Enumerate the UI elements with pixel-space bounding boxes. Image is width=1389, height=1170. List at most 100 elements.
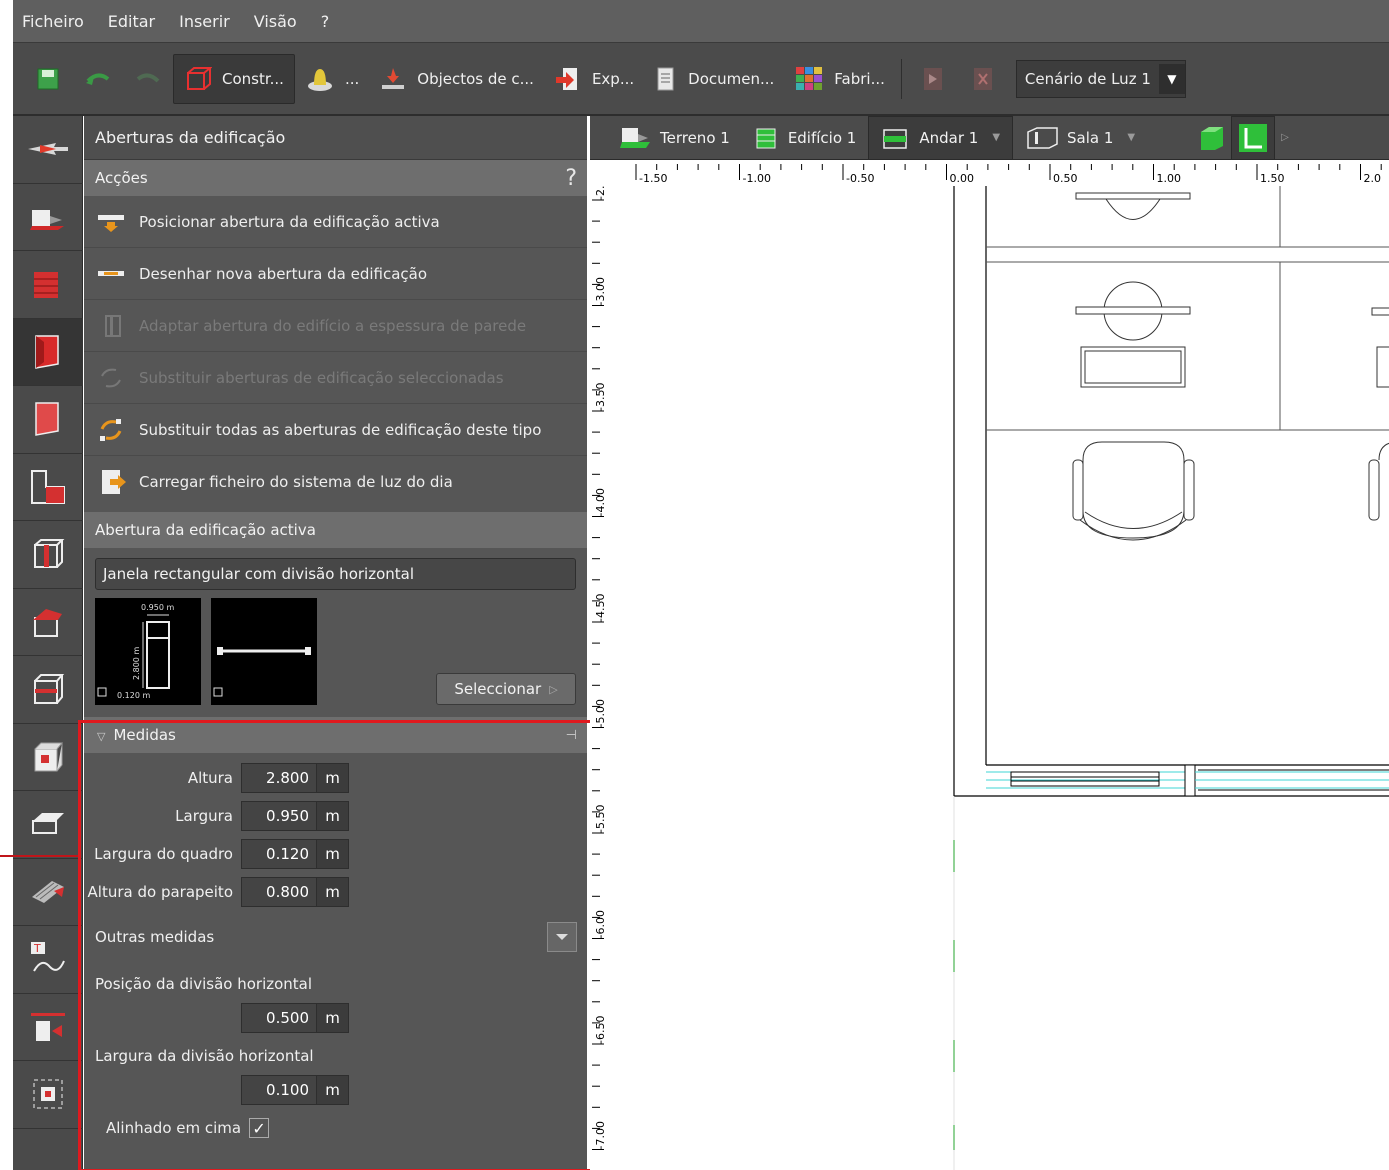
- documents-label: Documen...: [688, 69, 775, 88]
- roof-tool-icon[interactable]: [13, 589, 83, 656]
- measures-header[interactable]: ▽ Medidas ⊣: [84, 717, 587, 753]
- cube-tool-icon[interactable]: [13, 724, 83, 791]
- chevron-down-icon[interactable]: ▼: [1127, 132, 1135, 143]
- light-scene-value: Cenário de Luz 1: [1024, 69, 1151, 88]
- floor-plan-canvas[interactable]: -1.50 -1.00 -0.50 0.00 0.50 1.00 1.50 2.0 -2. -3…: [590, 160, 1389, 1170]
- arrow-tool-icon[interactable]: [13, 116, 83, 184]
- stop-icon[interactable]: [966, 62, 1000, 96]
- light-label: ...: [344, 69, 360, 88]
- action-position-opening[interactable]: Posicionar abertura da edificação activa: [84, 196, 587, 248]
- select-area-tool-icon[interactable]: [13, 1061, 83, 1129]
- column-tool-icon[interactable]: [13, 521, 83, 589]
- load-file-icon: [95, 470, 127, 494]
- export-label: Exp...: [591, 69, 635, 88]
- tab-floor-label: Andar 1: [919, 128, 979, 147]
- tab-terrain-label: Terreno 1: [660, 128, 730, 147]
- view-3d-button[interactable]: [1147, 116, 1231, 160]
- menu-edit[interactable]: Editar: [96, 12, 167, 31]
- light-scene-select[interactable]: Cenário de Luz 1 ▼: [1015, 59, 1186, 98]
- divider-position-input[interactable]: 0.500: [241, 1003, 317, 1033]
- undo-icon[interactable]: [81, 62, 115, 96]
- pin-icon[interactable]: ⊣: [566, 728, 577, 743]
- measure-tool-icon[interactable]: [13, 994, 83, 1061]
- tab-floor[interactable]: Andar 1 ▼: [868, 115, 1014, 160]
- chevron-down-icon: [556, 934, 568, 940]
- divider-width-input[interactable]: 0.100: [241, 1075, 317, 1105]
- ruler-top-label: 0.50: [1053, 172, 1078, 185]
- documents-button[interactable]: Documen...: [644, 54, 784, 104]
- divider-width-row: 0.100 m: [84, 1071, 587, 1109]
- active-opening-header: Abertura da edificação activa: [84, 512, 587, 548]
- ruler-top-label: -1.50: [639, 172, 667, 185]
- unit-label: m: [317, 801, 349, 831]
- divider-position-row: 0.500 m: [84, 999, 587, 1037]
- tool-rail: T: [13, 116, 83, 1170]
- manufacturers-button[interactable]: Fabri...: [784, 54, 895, 104]
- width-input[interactable]: 0.950: [241, 801, 317, 831]
- box-tool-icon[interactable]: [13, 656, 83, 724]
- chevron-right-icon: ▷: [549, 682, 558, 696]
- tab-room[interactable]: Sala 1 ▼: [1013, 116, 1147, 160]
- opening-front-preview[interactable]: 0.950 m 2.800 m 0.120 m: [95, 598, 201, 705]
- frame-width-input[interactable]: 0.120: [241, 839, 317, 869]
- chair-middle: [1072, 441, 1195, 541]
- door-tool-icon[interactable]: [13, 386, 83, 454]
- tab-room-label: Sala 1: [1067, 128, 1114, 147]
- save-icon[interactable]: [31, 62, 65, 96]
- view-plan-button[interactable]: [1231, 115, 1276, 160]
- select-button[interactable]: Seleccionar ▷: [436, 673, 576, 705]
- objects-button[interactable]: Objectos de c...: [369, 54, 544, 104]
- tab-terrain[interactable]: Terreno 1: [590, 116, 742, 160]
- redo-icon[interactable]: [131, 62, 165, 96]
- other-measures-row: Outras medidas: [84, 911, 587, 963]
- menu-help[interactable]: ?: [309, 12, 342, 31]
- actions-header[interactable]: Acções ?: [84, 160, 587, 196]
- opening-tool-icon[interactable]: [13, 318, 83, 386]
- draw-opening-icon: [95, 262, 127, 286]
- export-button[interactable]: Exp...: [544, 54, 644, 104]
- menu-bar: Ficheiro Editar Inserir Visão ?: [13, 0, 1389, 42]
- properties-panel: Aberturas da edificação Acções ? Posicio…: [84, 116, 587, 1170]
- light-button[interactable]: ...: [295, 54, 369, 104]
- tab-building[interactable]: Edifício 1: [742, 116, 869, 160]
- aligned-top-checkbox[interactable]: ✓: [249, 1118, 270, 1138]
- tab-scroll-right[interactable]: ▷: [1275, 116, 1295, 160]
- floor-plan-svg[interactable]: -1.50 -1.00 -0.50 0.00 0.50 1.00 1.50 2.0 -2. -3…: [590, 160, 1389, 1170]
- menu-view[interactable]: Visão: [242, 12, 309, 31]
- floorplan-tool-icon[interactable]: [13, 454, 83, 521]
- terrain-tool-icon[interactable]: [13, 184, 83, 251]
- measure-row-frame-width: Largura do quadro 0.120 m: [84, 835, 587, 873]
- action-draw-opening[interactable]: Desenhar nova abertura da edificação: [84, 248, 587, 300]
- desk-lamp-middle: [1075, 281, 1191, 388]
- other-measures-label: Outras medidas: [95, 928, 215, 946]
- menu-file[interactable]: Ficheiro: [13, 12, 96, 31]
- height-input[interactable]: 2.800: [241, 763, 317, 793]
- floor-icon: [881, 126, 911, 150]
- chair-right: [1368, 442, 1389, 521]
- opening-name-value: Janela rectangular com divisão horizonta…: [103, 565, 415, 583]
- construct-button[interactable]: Constr...: [173, 53, 295, 104]
- opening-top-preview[interactable]: [211, 598, 317, 705]
- ruler-left-label: -3.50: [594, 383, 607, 411]
- room-icon: [1025, 126, 1059, 150]
- play-icon[interactable]: [916, 62, 950, 96]
- action-replace-all[interactable]: Substituir todas as aberturas de edifica…: [84, 404, 587, 456]
- menu-insert[interactable]: Inserir: [167, 12, 242, 31]
- construct-label: Constr...: [222, 69, 284, 88]
- chevron-down-icon[interactable]: ▼: [992, 132, 1000, 143]
- action-load-daylight[interactable]: Carregar ficheiro do sistema de luz do d…: [84, 456, 587, 508]
- action-label: Substituir aberturas de edificação selec…: [139, 368, 504, 387]
- opening-name-field[interactable]: Janela rectangular com divisão horizonta…: [95, 558, 576, 590]
- ceiling-tool-icon[interactable]: [13, 791, 83, 859]
- preview-frame-text: 0.120 m: [117, 691, 150, 700]
- tab-building-label: Edifício 1: [787, 128, 857, 147]
- hatch-tool-icon[interactable]: [13, 859, 83, 926]
- action-label: Posicionar abertura da edificação activa: [139, 212, 440, 231]
- building-tool-icon[interactable]: [13, 251, 83, 319]
- sill-height-input[interactable]: 0.800: [241, 877, 317, 907]
- action-label: Carregar ficheiro do sistema de luz do d…: [139, 473, 453, 491]
- expand-other-measures-button[interactable]: [547, 922, 577, 952]
- help-icon[interactable]: ?: [565, 166, 577, 191]
- ruler-top-label: 1.00: [1157, 172, 1182, 185]
- text-tool-icon[interactable]: T: [13, 926, 83, 994]
